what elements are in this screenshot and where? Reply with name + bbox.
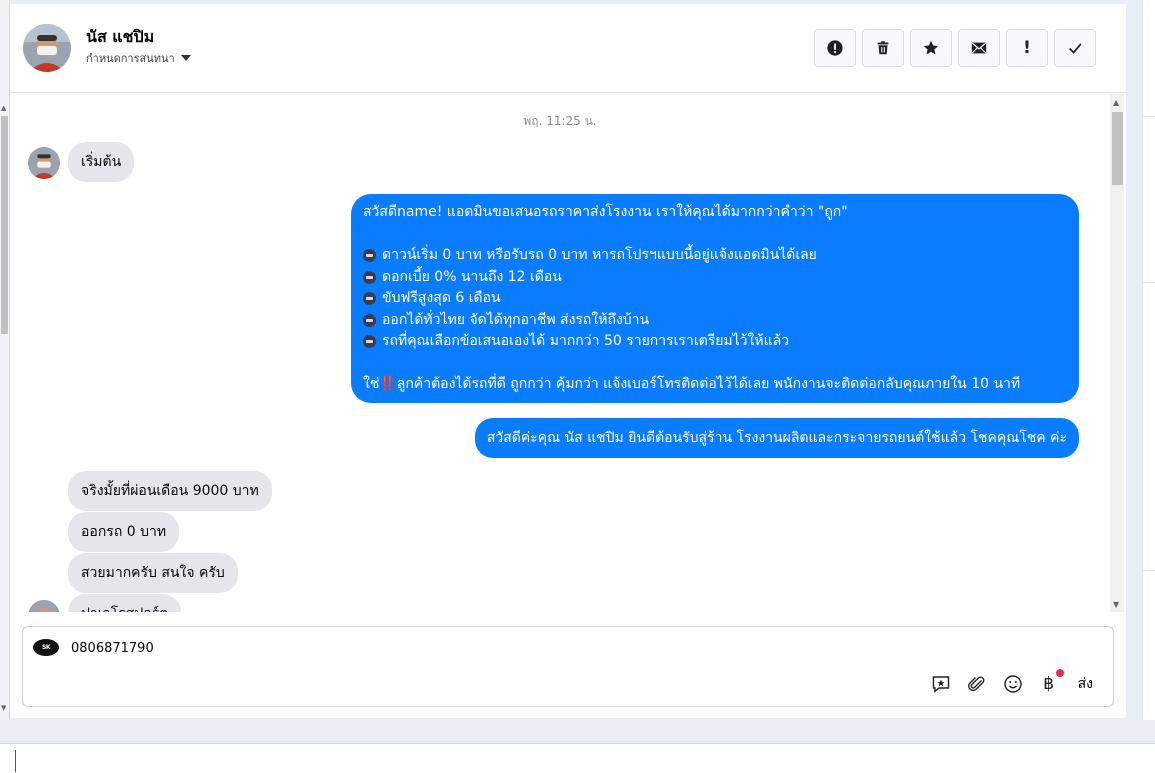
offer-closing-prefix: ใช่ [363,376,380,392]
assign-conversation-dropdown[interactable]: กำหนดการสนทนา [86,49,191,67]
assign-label: กำหนดการสนทนา [86,52,175,65]
scroll-down-arrow[interactable]: ▼ [1,704,6,712]
message-timestamp: พฤ. 11:25 น. [523,114,597,128]
mark-unread-button[interactable] [958,29,1000,67]
car-emoji-icon [363,249,376,263]
scroll-up-arrow[interactable]: ▲ [1113,98,1119,107]
panel-divider [1143,282,1155,283]
left-scrollbar[interactable]: ▲ ▼ [0,0,10,720]
contact-avatar-small [28,147,60,179]
alert-icon [827,40,843,56]
car-emoji-icon [363,292,376,306]
paperclip-icon [967,676,984,692]
page-logo: SK [33,639,59,656]
double-exclamation-icon: ‼️ [379,376,397,392]
exclamation-icon: ! [1023,38,1031,58]
outgoing-message-offer[interactable]: สวัสดีname! แอดมินขอเสนอรถราคาส่งโรงงาน … [351,194,1079,403]
message-input[interactable]: 0806871790 [71,641,154,656]
composer-tools: ฿ ส่ง [930,669,1093,695]
quick-reply-button[interactable] [930,673,952,695]
car-emoji-icon [363,335,376,349]
emoji-icon [1003,675,1022,693]
star-icon [923,40,939,55]
car-emoji-icon [363,270,376,284]
alert-button[interactable] [814,29,856,67]
contact-name: นัส แชปิม [86,27,155,46]
payment-button[interactable]: ฿ [1038,669,1064,695]
trash-icon [877,41,889,55]
scroll-down-arrow[interactable]: ▼ [1113,600,1119,609]
incoming-message[interactable]: สวยมากครับ สนใจ ครับ [68,553,238,593]
offer-bullet: ออกได้ทั่วไทย จัดได้ทุกอาชีพ ส่งรถให้ถึง… [382,311,650,328]
conversation-pane: นัส แชปิม กำหนดการสนทนา ! พฤ. 11:25 น. เ… [10,4,1126,718]
check-icon [1068,43,1082,54]
incoming-message[interactable]: ปาเจโรสปอร์ต [68,594,182,612]
text-cursor [15,750,16,772]
panel-divider [1143,570,1155,571]
offer-bullet: รถที่คุณเลือกข้อเสนอเองได้ มากกว่า 50 รา… [382,333,790,349]
incoming-message[interactable]: จริงมั้ยที่ผ่อนเดือน 9000 บาท [68,471,272,511]
scroll-thumb[interactable] [1112,112,1123,185]
spam-button[interactable]: ! [1006,29,1048,67]
star-button[interactable] [910,29,952,67]
incoming-message[interactable]: เริ่มต้น [68,142,135,182]
mark-done-button[interactable] [1054,29,1096,67]
quick-reply-icon [932,676,949,694]
car-emoji-icon [363,313,376,327]
offer-bullet: ดอกเบี้ย 0% นานถึง 12 เดือน [382,268,562,285]
contact-avatar[interactable] [23,24,71,72]
message-scrollbar[interactable]: ▲ ▼ [1110,94,1124,612]
baht-payment-icon: ฿ [1043,674,1055,694]
offer-closing-text: ลูกค้าต้องได้รถที่ดี ถูกกว่า คุ้มกว่า แจ… [396,376,1021,392]
delete-button[interactable] [862,29,904,67]
notification-dot [1055,669,1064,677]
right-details-panel [1142,0,1155,720]
header-actions: ! [814,29,1096,67]
bottom-input-bar[interactable] [0,743,1155,773]
emoji-button[interactable] [1002,673,1024,695]
panel-divider [1143,116,1155,117]
incoming-message[interactable]: ออกรถ 0 บาท [68,512,180,552]
offer-bullet: ดาวน์เริ่ม 0 บาท หรือรับรถ 0 บาท หารถโปร… [382,247,817,263]
outgoing-message-welcome[interactable]: สวัสดีค่ะคุณ นัส แชปิม ยินดีต้อนรับสู่ร้… [474,418,1079,458]
send-button[interactable]: ส่ง [1078,673,1093,695]
offer-headline: สวัสดีname! แอดมินขอเสนอรถราคาส่งโรงงาน … [363,204,848,220]
attach-button[interactable] [966,673,988,695]
envelope-icon [971,42,987,54]
scroll-up-arrow[interactable]: ▲ [1,104,6,112]
chevron-down-icon [180,55,191,61]
scroll-thumb[interactable] [1,116,8,334]
message-composer[interactable]: SK 0806871790 ฿ ส่ง [22,626,1114,707]
offer-bullet: ขับฟรีสูงสุด 6 เดือน [382,290,501,306]
conversation-header: นัส แชปิม กำหนดการสนทนา ! [10,4,1126,93]
contact-avatar-small [28,600,60,612]
message-thread[interactable]: พฤ. 11:25 น. เริ่มต้น สวัสดีname! แอดมิน… [10,94,1126,612]
